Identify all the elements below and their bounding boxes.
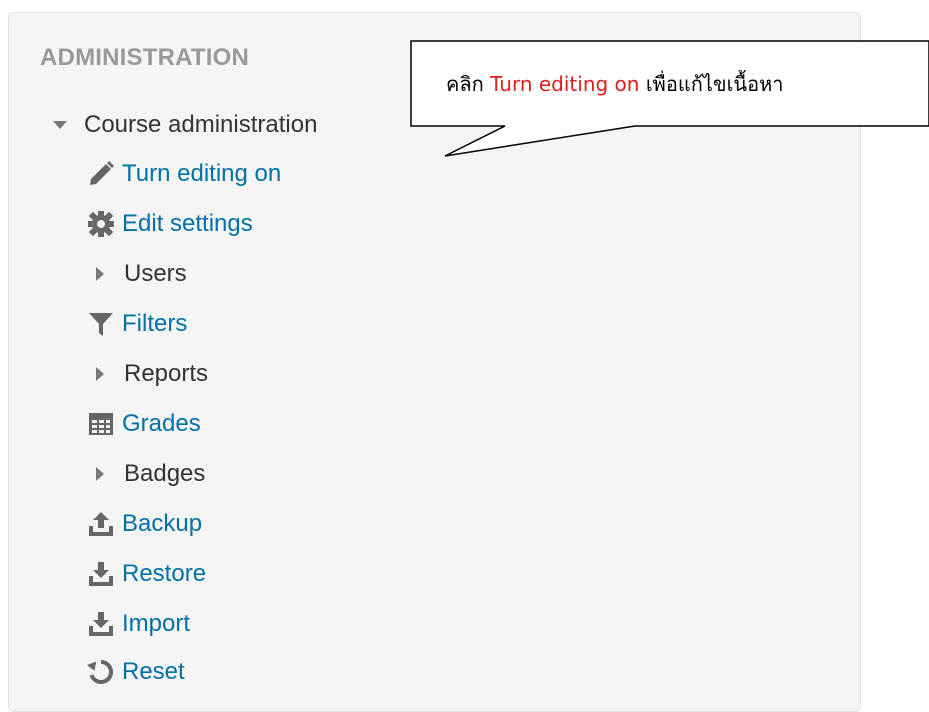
reset-icon (86, 657, 116, 687)
tree-item-label: Grades (122, 410, 201, 437)
filter-icon (86, 309, 116, 339)
filters-link[interactable]: Filters (86, 306, 187, 342)
callout-suffix: เพื่อแก้ไขเนื้อหา (639, 72, 784, 96)
pencil-icon (86, 159, 116, 189)
tree-item-label: Badges (124, 460, 206, 487)
caret-right-icon (90, 359, 110, 389)
tree-node-course-administration[interactable]: Course administration (50, 107, 317, 143)
users-branch[interactable]: Users (90, 256, 187, 292)
turn-editing-on-link[interactable]: Turn editing on (86, 156, 281, 192)
download-icon (86, 559, 116, 589)
backup-link[interactable]: Backup (86, 506, 202, 542)
tree-item-label: Filters (122, 310, 188, 337)
tree-item-label: Turn editing on (122, 160, 282, 187)
grades-link[interactable]: Grades (86, 406, 201, 442)
gear-icon (86, 209, 116, 239)
tree-item-label: Backup (122, 510, 203, 537)
upload-icon (86, 509, 116, 539)
caret-right-icon (90, 459, 110, 489)
table-icon (86, 409, 116, 439)
tree-item-label: Restore (122, 560, 207, 587)
import-link[interactable]: Import (86, 606, 190, 642)
block-title: ADMINISTRATION (40, 44, 250, 71)
callout-text: คลิก Turn editing on เพื่อแก้ไขเนื้อหา (446, 68, 784, 100)
caret-down-icon (50, 110, 70, 140)
reports-branch[interactable]: Reports (90, 356, 208, 392)
tree-item-label: Reset (122, 658, 185, 685)
reset-link[interactable]: Reset (86, 654, 185, 690)
tree-item-label: Edit settings (122, 210, 253, 237)
download-icon (86, 609, 116, 639)
restore-link[interactable]: Restore (86, 556, 206, 592)
caret-right-icon (90, 259, 110, 289)
callout-prefix: คลิก (446, 72, 491, 96)
edit-settings-link[interactable]: Edit settings (86, 206, 253, 242)
tree-item-label: Import (122, 610, 191, 637)
tree-item-label: Reports (124, 360, 209, 387)
tree-item-label: Users (124, 260, 187, 287)
tree-node-label: Course administration (84, 111, 318, 138)
callout-highlight: Turn editing on (490, 72, 640, 96)
badges-branch[interactable]: Badges (90, 456, 205, 492)
